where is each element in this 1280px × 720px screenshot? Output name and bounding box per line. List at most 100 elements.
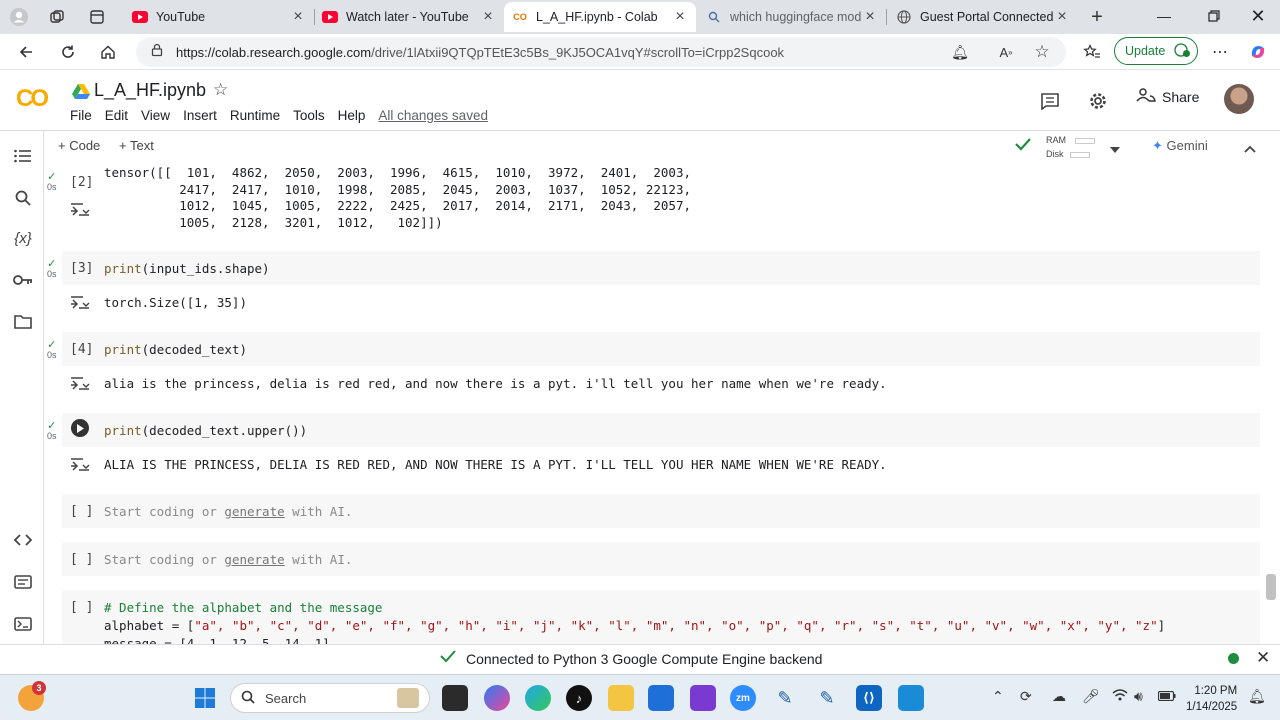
close-icon[interactable]: × [862,8,878,26]
tiktok-icon[interactable]: ♪ [566,685,592,711]
close-icon[interactable]: × [672,8,688,26]
workspaces-icon[interactable] [44,5,70,29]
restore-icon[interactable] [1196,4,1232,28]
output-toggle-icon[interactable] [70,294,90,313]
menu-runtime[interactable]: Runtime [230,108,280,123]
files-folder-icon[interactable] [10,309,36,335]
zoom-icon[interactable]: zm [730,685,756,711]
avatar[interactable] [1224,84,1254,114]
favorite-star-icon[interactable]: ☆ [1028,39,1056,65]
tab-colab[interactable]: CO L_A_HF.ipynb - Colab × [504,2,696,32]
output-toggle-icon[interactable] [70,375,90,394]
tab-guest-portal[interactable]: Guest Portal Connected × [888,2,1078,32]
notification-bell-icon[interactable]: 🔔︎ [1248,688,1266,705]
copilot-icon[interactable] [1244,39,1272,65]
close-icon[interactable]: × [290,8,306,26]
share-button[interactable]: Share [1136,88,1199,105]
generate-link[interactable]: generate [224,552,284,567]
run-cell-button[interactable] [71,419,89,437]
command-palette-icon[interactable] [10,569,36,595]
settings-gear-icon[interactable] [1086,89,1110,113]
pen-tool-icon[interactable]: ✎ [772,685,798,711]
variables-icon[interactable]: {x} [10,225,36,251]
google-drive-icon[interactable] [72,83,90,104]
close-icon[interactable]: × [480,8,496,26]
battery-icon[interactable] [1157,688,1176,704]
generate-link[interactable]: generate [224,504,284,519]
tab-youtube[interactable]: YouTube × [124,2,314,32]
menu-edit[interactable]: Edit [105,108,128,123]
output-toggle-icon[interactable] [70,201,90,220]
task-view-icon[interactable] [442,685,468,711]
edge-browser-icon[interactable] [525,685,551,711]
update-button[interactable]: Update [1114,37,1198,65]
resource-monitor[interactable]: RAM Disk [1046,133,1095,161]
code-cell[interactable]: ✓ 0s print(decoded_text.upper()) ALIA IS … [44,413,1264,477]
runtime-dropdown-icon[interactable] [1110,140,1120,158]
code-cell[interactable]: [ ] # Define the alphabet and the messag… [44,590,1264,644]
empty-code-cell[interactable]: [ ] Start coding or generate with AI. [44,494,1264,528]
notebook-title[interactable]: L_A_HF.ipynb [94,80,206,101]
weather-widget-icon[interactable]: 3 [18,681,46,711]
clipchamp-icon[interactable] [690,685,716,711]
output-toggle-icon[interactable] [70,456,90,475]
close-icon[interactable]: ✕ [1256,648,1270,668]
favorites-icon[interactable] [1078,39,1106,65]
table-of-contents-icon[interactable] [10,143,36,169]
more-menu-icon[interactable]: ⋯ [1206,39,1234,65]
search-icon[interactable] [10,185,36,211]
gemini-button[interactable]: ✦ Gemini [1152,138,1208,154]
file-explorer-icon[interactable] [608,685,634,711]
url-field[interactable]: https://colab.research.google.com/drive/… [136,37,1066,67]
tab-watch-later[interactable]: Watch later - YouTube × [314,2,504,32]
code-line: print(decoded_text.upper()) [104,423,308,438]
system-clock[interactable]: 1:20 PM 1/14/2025 [1186,683,1237,715]
add-code-button[interactable]: + Code [58,138,100,153]
star-icon[interactable]: ☆ [213,80,228,100]
menu-insert[interactable]: Insert [183,108,217,123]
colab-logo[interactable]: CO [16,85,49,113]
menu-file[interactable]: File [70,108,92,123]
cloud-icon[interactable]: ☁ [1052,688,1066,705]
code-snippets-icon[interactable] [10,527,36,553]
microphone-icon[interactable]: 🎤︎ [1082,688,1100,705]
secrets-key-icon[interactable] [10,267,36,293]
volume-icon[interactable]: 🔊︎ [1134,688,1143,705]
refresh-icon[interactable] [54,39,82,65]
taskbar-search[interactable]: Search [230,683,430,713]
sync-icon[interactable]: ⟳ [1020,688,1032,705]
code-cell[interactable]: ✓ 0s [4] print(decoded_text) alia is the … [44,332,1264,396]
chevron-up-icon[interactable] [1244,140,1256,158]
chevron-up-icon[interactable]: ⌃ [992,688,1004,705]
app-window-icon[interactable] [898,685,924,711]
profile-icon[interactable] [6,5,32,29]
vscode-icon[interactable]: ⟨⟩ [856,685,882,711]
back-icon[interactable] [12,39,40,65]
code-cell[interactable]: ✓ 0s [2] tensor([[ 101, 4862, 2050, 2003,… [44,163,1264,241]
new-tab-icon[interactable]: + [1084,5,1110,29]
windows-start-icon[interactable] [192,685,218,711]
pen-tool-icon[interactable]: ✎ [814,685,840,711]
code-cell[interactable]: ✓ 0s [3] print(input_ids.shape) torch.Siz… [44,251,1264,315]
minimize-icon[interactable]: — [1146,4,1182,28]
save-status-link[interactable]: All changes saved [378,108,488,123]
menu-view[interactable]: View [141,108,170,123]
home-icon[interactable] [94,39,122,65]
read-aloud-icon[interactable]: A» [992,39,1020,65]
menu-help[interactable]: Help [338,108,366,123]
empty-code-cell[interactable]: [ ] Start coding or generate with AI. [44,542,1264,576]
microsoft-store-icon[interactable] [648,685,674,711]
site-info-icon[interactable] [150,43,164,62]
copilot-icon[interactable] [484,685,510,711]
scrollbar-thumb[interactable] [1266,574,1276,600]
terminal-icon[interactable] [10,611,36,637]
tab-search[interactable]: which huggingface model × [698,2,886,32]
window-close-icon[interactable]: ✕ [1240,4,1276,28]
add-text-button[interactable]: + Text [119,138,154,153]
wifi-icon[interactable] [1112,688,1128,704]
notification-bell-icon[interactable]: 🔔︎ [946,39,974,65]
close-icon[interactable]: × [1054,8,1070,26]
comments-icon[interactable] [1038,89,1062,113]
tab-actions-icon[interactable] [84,5,110,29]
menu-tools[interactable]: Tools [293,108,325,123]
